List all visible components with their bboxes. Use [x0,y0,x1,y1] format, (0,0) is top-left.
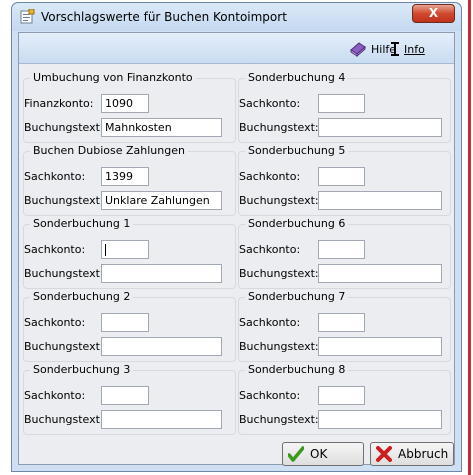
group-title: Sonderbuchung 8 [245,363,349,376]
buchungstext-field[interactable] [318,264,442,283]
group-title: Sonderbuchung 3 [30,363,134,376]
sachkonto-label: Sachkonto: [24,316,86,329]
buchungstext-field[interactable] [101,191,222,210]
toolbar: Hilfe Info [19,33,454,64]
buchungstext-field[interactable] [101,410,222,429]
app-icon [20,9,35,24]
buchungstext-label: Buchungstext: [239,340,319,353]
sachkonto-field[interactable] [318,313,365,332]
buchungstext-label: Buchungstext: [24,340,104,353]
sachkonto-label: Sachkonto: [24,389,86,402]
ok-label: OK [310,447,328,461]
sachkonto-label: Sachkonto: [239,97,301,110]
group-sonderbuchung-8: Sonderbuchung 8 Sachkonto: Buchungstext: [238,363,451,435]
group-dubiose: Buchen Dubiose Zahlungen Sachkonto: Buch… [23,144,236,216]
finanzkonto-label: Finanzkonto: [24,97,94,110]
group-title: Sonderbuchung 1 [30,217,134,230]
checkmark-icon [288,446,304,462]
buchungstext-field[interactable] [101,264,222,283]
group-title: Sonderbuchung 4 [245,71,349,84]
buchungstext-label: Buchungstext: [24,413,104,426]
group-sonderbuchung-2: Sonderbuchung 2 Sachkonto: Buchungstext: [23,290,236,362]
help-book-icon [350,42,366,57]
group-sonderbuchung-1: Sonderbuchung 1 Sachkonto: Buchungstext: [23,217,236,289]
group-title: Sonderbuchung 2 [30,290,134,303]
info-label: Info [404,42,425,56]
group-sonderbuchung-5: Sonderbuchung 5 Sachkonto: Buchungstext: [238,144,451,216]
dialog-window: Vorschlagswerte für Buchen Kontoimport X… [11,2,462,472]
group-sonderbuchung-7: Sonderbuchung 7 Sachkonto: Buchungstext: [238,290,451,362]
buchungstext-label: Buchungstext: [24,194,104,207]
info-icon [391,42,399,56]
finanzkonto-field[interactable] [101,94,149,113]
buchungstext-label: Buchungstext: [239,267,319,280]
buchungstext-field[interactable] [101,337,222,356]
close-icon: X [428,6,439,20]
group-umbuchung: Umbuchung von Finanzkonto Finanzkonto: B… [23,71,236,143]
group-title: Umbuchung von Finanzkonto [30,71,196,84]
group-title: Sonderbuchung 6 [245,217,349,230]
background-window-edge [468,0,471,475]
cross-icon [376,446,392,462]
help-button[interactable]: Hilfe [349,39,396,59]
window-title: Vorschlagswerte für Buchen Kontoimport [41,10,287,24]
dialog-content: Hilfe Info Umbuchung von Finanzkonto Fin… [18,32,455,466]
sachkonto-label: Sachkonto: [239,316,301,329]
sachkonto-label: Sachkonto: [24,170,86,183]
sachkonto-field[interactable] [318,94,365,113]
sachkonto-field[interactable] [101,167,149,186]
buchungstext-field[interactable] [318,118,442,137]
buchungstext-label: Buchungstext: [239,121,319,134]
cancel-button[interactable]: Abbruch [370,442,454,466]
group-sonderbuchung-4: Sonderbuchung 4 Sachkonto: Buchungstext: [238,71,451,143]
buchungstext-label: Buchungstext: [239,194,319,207]
buchungstext-field[interactable] [101,118,222,137]
sachkonto-field[interactable] [101,240,149,259]
group-title: Sonderbuchung 7 [245,290,349,303]
group-sonderbuchung-6: Sonderbuchung 6 Sachkonto: Buchungstext: [238,217,451,289]
cancel-label: Abbruch [398,447,449,461]
buchungstext-field[interactable] [318,337,442,356]
sachkonto-field[interactable] [101,313,149,332]
sachkonto-field[interactable] [318,167,365,186]
group-sonderbuchung-3: Sonderbuchung 3 Sachkonto: Buchungstext: [23,363,236,435]
buchungstext-label: Buchungstext: [24,121,104,134]
title-bar[interactable]: Vorschlagswerte für Buchen Kontoimport X [12,3,461,31]
info-button[interactable]: Info [390,39,425,59]
buchungstext-field[interactable] [318,191,442,210]
sachkonto-label: Sachkonto: [239,389,301,402]
sachkonto-label: Sachkonto: [239,170,301,183]
buchungstext-label: Buchungstext: [239,413,319,426]
sachkonto-field[interactable] [318,240,365,259]
buchungstext-label: Buchungstext: [24,267,104,280]
group-title: Buchen Dubiose Zahlungen [30,144,188,157]
text-cursor [105,244,106,256]
group-title: Sonderbuchung 5 [245,144,349,157]
close-button[interactable]: X [412,4,455,23]
sachkonto-label: Sachkonto: [24,243,86,256]
buchungstext-field[interactable] [318,410,442,429]
ok-button[interactable]: OK [282,442,364,466]
sachkonto-field[interactable] [101,386,149,405]
sachkonto-label: Sachkonto: [239,243,301,256]
sachkonto-field[interactable] [318,386,365,405]
